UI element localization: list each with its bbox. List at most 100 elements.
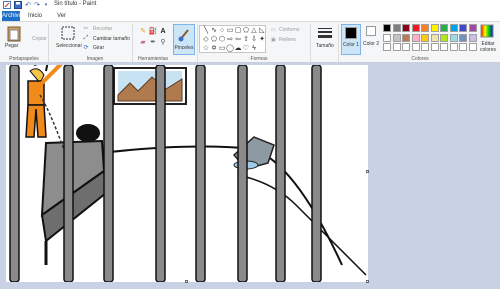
color-swatch[interactable] (411, 43, 420, 51)
quick-access-dropdown-icon[interactable]: ▾ (42, 1, 50, 9)
eraser-icon[interactable]: ▰ (139, 38, 147, 46)
select-button[interactable]: Seleccionar (56, 43, 82, 49)
color-swatch[interactable] (440, 43, 448, 51)
color-swatch[interactable] (402, 24, 410, 32)
ribbon-tabs: Archivo Inicio Ver (0, 11, 500, 21)
color-picker-icon[interactable]: ✒ (149, 38, 157, 46)
color-swatch[interactable] (411, 33, 420, 42)
color-swatch[interactable] (383, 43, 391, 51)
color-swatch[interactable] (411, 24, 420, 32)
tab-ver[interactable]: Ver (57, 11, 66, 21)
color-swatch[interactable] (421, 33, 429, 42)
color-swatch[interactable] (430, 24, 439, 32)
color1-label: Color 1 (342, 42, 360, 48)
color-swatch[interactable] (459, 24, 467, 32)
magnifier-icon[interactable]: ⚲ (159, 38, 167, 46)
color-swatch[interactable] (430, 43, 439, 51)
right-triangle-shape-icon[interactable]: ◺ (258, 27, 266, 35)
color-swatch[interactable] (459, 43, 467, 51)
rotate-button[interactable]: Girar (93, 45, 104, 51)
color-swatch[interactable] (440, 33, 448, 42)
hexagon-shape-icon[interactable]: ⬡ (218, 36, 226, 44)
drawing-canvas[interactable] (6, 59, 368, 283)
color2-swatch[interactable] (366, 26, 376, 36)
callout-cloud-shape-icon[interactable]: ☁ (234, 45, 242, 53)
color-swatch[interactable] (468, 33, 477, 42)
fill-icon[interactable]: ⛽ (149, 27, 158, 35)
rounded-rectangle-shape-icon[interactable]: ▢ (234, 27, 242, 35)
star6-shape-icon[interactable]: ✡ (210, 45, 218, 53)
brush-icon (178, 29, 189, 42)
arrow-up-shape-icon[interactable]: ⇧ (242, 36, 250, 44)
resize-handle-corner[interactable] (366, 280, 369, 283)
size-icon[interactable] (316, 26, 334, 40)
polygon-shape-icon[interactable]: ⬠ (242, 27, 250, 35)
fill-shape-icon: ▣ (271, 37, 276, 43)
edit-colors-label[interactable]: Editar colores (478, 41, 498, 53)
resize-icon: ⤢ (83, 34, 89, 41)
color-swatch[interactable] (459, 33, 467, 42)
color-swatch[interactable] (449, 24, 458, 32)
arrow-right-shape-icon[interactable]: ⇨ (226, 36, 234, 44)
resize-button[interactable]: Cambiar tamaño (93, 36, 130, 42)
save-icon[interactable] (14, 1, 22, 9)
color-swatch[interactable] (468, 24, 477, 32)
tab-archivo[interactable]: Archivo (2, 11, 22, 21)
paste-button[interactable]: Pegar (5, 43, 18, 49)
color-swatch[interactable] (392, 43, 401, 51)
resize-handle-right[interactable] (366, 170, 369, 173)
color-swatch[interactable] (383, 24, 391, 32)
arrow-left-shape-icon[interactable]: ⇦ (234, 36, 242, 44)
tab-inicio[interactable]: Inicio (28, 11, 42, 21)
color-swatch[interactable] (440, 24, 448, 32)
diamond-shape-icon[interactable]: ◇ (202, 36, 210, 44)
redo-icon[interactable]: ↷ (33, 1, 41, 9)
arrow-down-shape-icon[interactable]: ⇩ (250, 36, 258, 44)
color-swatch[interactable] (402, 43, 410, 51)
color-swatch[interactable] (383, 33, 391, 42)
paint-app-icon[interactable] (3, 1, 11, 9)
star4-shape-icon[interactable]: ✦ (258, 36, 266, 44)
color-swatch[interactable] (421, 43, 429, 51)
callout-oval-shape-icon[interactable]: ◯ (226, 45, 234, 53)
outline-icon: ▭ (271, 27, 276, 33)
triangle-shape-icon[interactable]: △ (250, 27, 258, 35)
oval-shape-icon[interactable]: ○ (218, 27, 226, 35)
crop-button[interactable]: Recortar (93, 26, 112, 32)
paste-icon[interactable] (6, 24, 22, 42)
color1-swatch (345, 27, 357, 39)
canvas-drawing (9, 59, 367, 283)
color-swatch[interactable] (392, 24, 401, 32)
curve-shape-icon[interactable]: ∿ (210, 27, 218, 35)
select-icon[interactable] (60, 25, 76, 41)
rectangle-shape-icon[interactable]: ▭ (226, 27, 234, 35)
color1-button[interactable]: Color 1 (341, 24, 361, 55)
color2-label[interactable]: Color 2 (363, 41, 379, 47)
callout-rect-shape-icon[interactable]: ▭ (218, 45, 226, 53)
color-swatch[interactable] (392, 33, 401, 42)
pentagon-shape-icon[interactable]: ⬠ (210, 36, 218, 44)
drawing-window (113, 67, 187, 105)
heart-shape-icon[interactable]: ♡ (242, 45, 250, 53)
title-bar: ↶ ↷ ▾ Sin título - Paint (0, 0, 500, 11)
copy-button[interactable]: Copiar (32, 36, 47, 42)
size-button[interactable]: Tamaño (316, 43, 334, 49)
text-icon[interactable]: A (159, 27, 167, 35)
color-swatch[interactable] (402, 33, 410, 42)
fill-shape-button[interactable]: Relleno (279, 37, 296, 43)
resize-handle-bottom[interactable] (185, 280, 188, 283)
color-swatch[interactable] (468, 43, 477, 51)
rotate-icon: ⟳ (83, 44, 89, 51)
star5-shape-icon[interactable]: ☆ (202, 45, 210, 53)
color-swatch[interactable] (421, 24, 429, 32)
undo-icon[interactable]: ↶ (24, 1, 32, 9)
pencil-icon[interactable]: ✎ (139, 27, 147, 35)
edit-colors-icon[interactable] (480, 24, 494, 38)
outline-button[interactable]: Contorno (279, 27, 300, 33)
line-shape-icon[interactable]: ╲ (202, 27, 210, 35)
lightning-shape-icon[interactable]: ϟ (250, 45, 258, 53)
brushes-button[interactable]: Pinceles (173, 24, 195, 55)
color-swatch[interactable] (449, 33, 458, 42)
color-swatch[interactable] (449, 43, 458, 51)
color-swatch[interactable] (430, 33, 439, 42)
